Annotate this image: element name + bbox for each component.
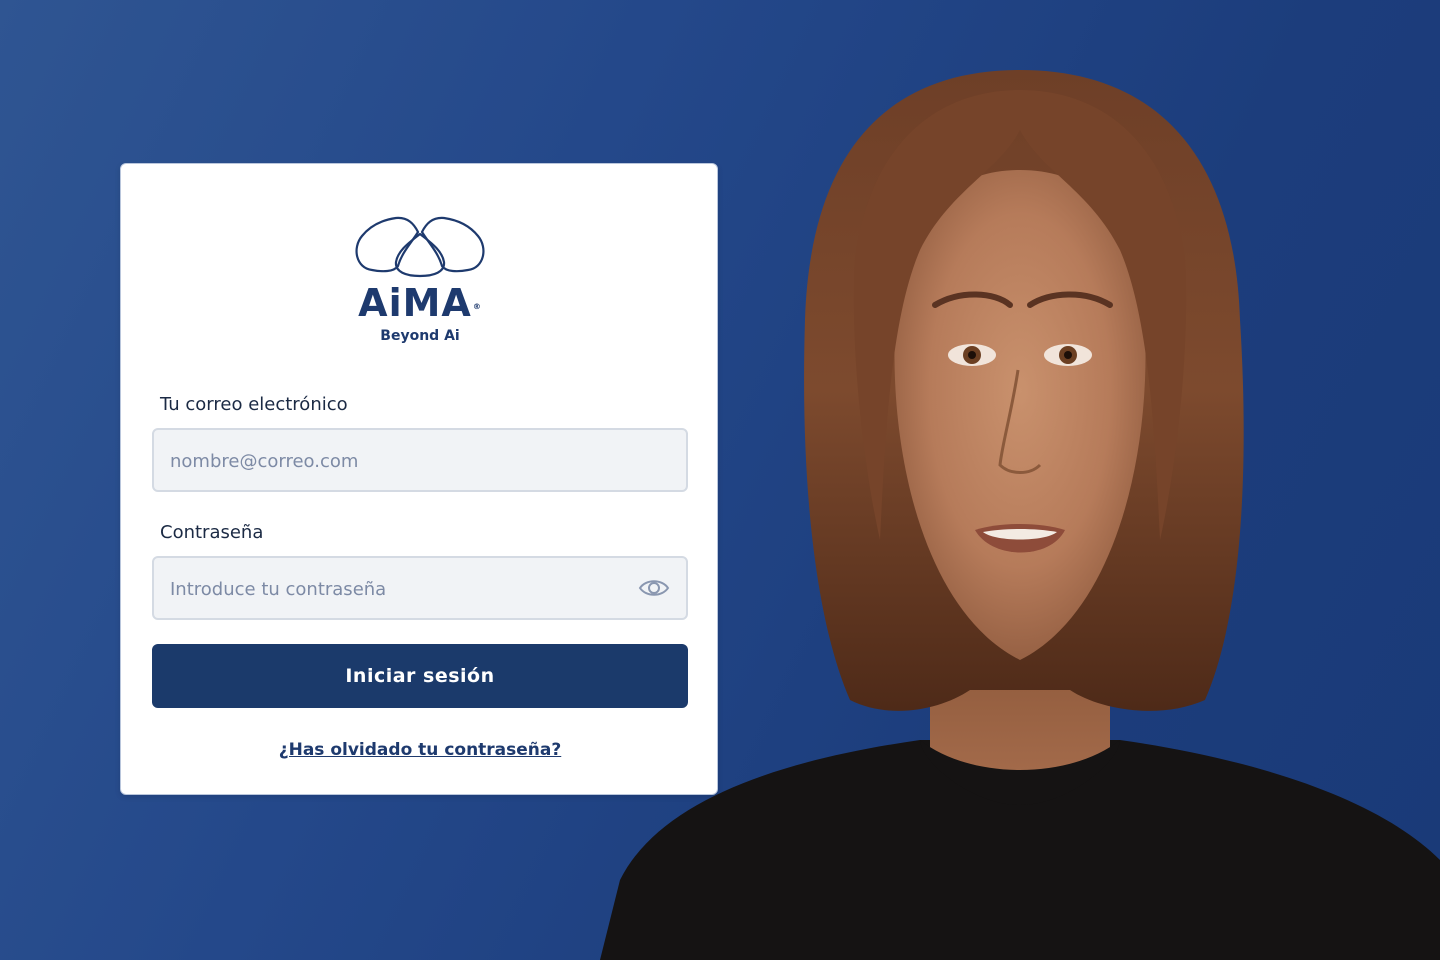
password-input[interactable] (168, 558, 632, 620)
forgot-password-link[interactable]: ¿Has olvidado tu contraseña? (279, 740, 562, 760)
email-input[interactable] (168, 430, 632, 492)
password-label: Contraseña (160, 522, 264, 543)
three-cloud-outline-icon (355, 216, 485, 278)
avatar-portrait (600, 70, 1440, 960)
email-label: Tu correo electrónico (160, 394, 348, 415)
brand-name: AiMA (358, 281, 472, 325)
registered-mark: ® (472, 302, 482, 311)
